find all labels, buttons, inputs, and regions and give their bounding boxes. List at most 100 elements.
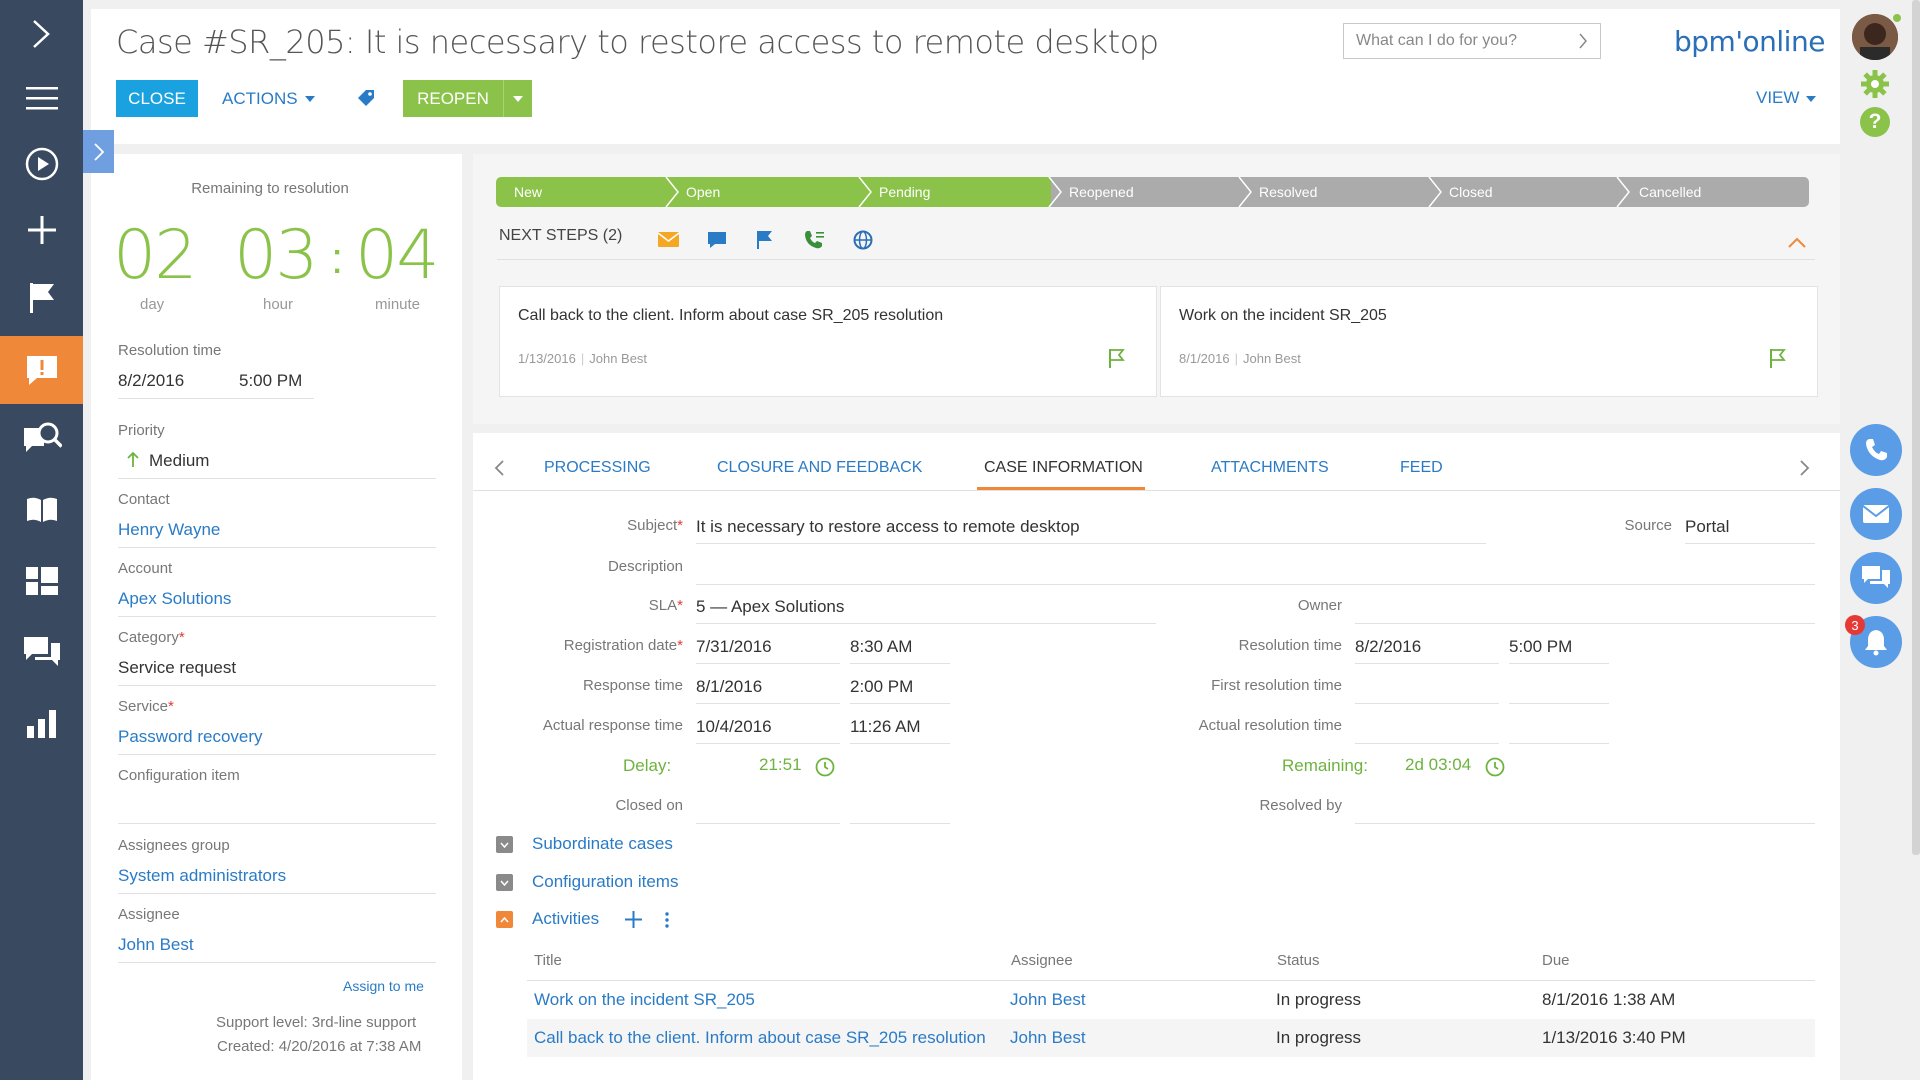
- assign-to-me-link[interactable]: Assign to me: [343, 978, 424, 994]
- service-link[interactable]: Password recovery: [118, 727, 263, 747]
- column-header-title[interactable]: Title: [534, 952, 562, 969]
- divider: [118, 754, 436, 755]
- tab-attachments[interactable]: ATTACHMENTS: [1211, 459, 1329, 477]
- actions-button[interactable]: ACTIONS: [222, 80, 315, 117]
- tab-processing[interactable]: PROCESSING: [544, 459, 651, 477]
- call-icon[interactable]: [803, 230, 825, 250]
- contact-link[interactable]: Henry Wayne: [118, 520, 220, 540]
- assignees-group-link[interactable]: System administrators: [118, 866, 286, 886]
- resolved-by-field[interactable]: [1355, 823, 1815, 824]
- column-header-status[interactable]: Status: [1277, 952, 1320, 969]
- clock-icon: [1485, 757, 1505, 777]
- category-value[interactable]: Service request: [118, 658, 236, 678]
- timer-days: 02: [113, 216, 198, 295]
- table-row[interactable]: Work on the incident SR_205 John Best In…: [527, 981, 1815, 1019]
- activities-section[interactable]: Activities: [532, 909, 599, 929]
- tab-case-information[interactable]: CASE INFORMATION: [984, 459, 1143, 477]
- assignee-link[interactable]: John Best: [118, 935, 194, 955]
- task-title[interactable]: Work on the incident SR_205: [1179, 307, 1387, 325]
- reopen-dropdown-icon[interactable]: [503, 80, 531, 117]
- tab-feed[interactable]: FEED: [1400, 459, 1443, 477]
- resolution-date-value[interactable]: 8/2/2016: [118, 371, 184, 391]
- cases-icon[interactable]: [0, 336, 83, 404]
- chevron-right-icon[interactable]: [1578, 33, 1588, 49]
- email-icon[interactable]: [658, 232, 679, 247]
- sla-value[interactable]: 5 — Apex Solutions: [696, 597, 844, 617]
- menu-icon[interactable]: [0, 64, 83, 132]
- actual-response-time-value[interactable]: 11:26 AM: [850, 717, 921, 737]
- more-options-icon[interactable]: [664, 911, 670, 929]
- tag-icon[interactable]: [356, 88, 376, 113]
- description-field[interactable]: [696, 584, 1815, 585]
- comment-icon[interactable]: [707, 231, 727, 249]
- chat-button[interactable]: [1850, 552, 1902, 604]
- divider: [118, 962, 436, 963]
- gear-icon[interactable]: [1860, 69, 1890, 104]
- table-row[interactable]: Call back to the client. Inform about ca…: [527, 1019, 1815, 1057]
- activity-title-link[interactable]: Work on the incident SR_205: [534, 990, 755, 1010]
- phone-button[interactable]: [1850, 424, 1902, 476]
- task-card[interactable]: Call back to the client. Inform about ca…: [499, 286, 1157, 397]
- reopen-button[interactable]: REOPEN: [403, 80, 532, 117]
- flag-icon[interactable]: [0, 264, 83, 332]
- actual-resolution-date-field[interactable]: [1355, 743, 1499, 744]
- registration-time-value[interactable]: 8:30 AM: [850, 637, 912, 657]
- actual-response-date-value[interactable]: 10/4/2016: [696, 717, 772, 737]
- subject-value[interactable]: It is necessary to restore access to rem…: [696, 517, 1080, 537]
- complete-flag-icon[interactable]: [1769, 348, 1786, 369]
- resolution-hour-value[interactable]: 5:00 PM: [239, 371, 302, 391]
- expand-nav-icon[interactable]: [0, 0, 83, 68]
- closed-on-date-field[interactable]: [696, 823, 840, 824]
- complete-flag-icon[interactable]: [1108, 348, 1125, 369]
- help-icon[interactable]: ?: [1860, 107, 1890, 137]
- add-activity-icon[interactable]: [625, 911, 642, 928]
- column-header-due[interactable]: Due: [1542, 952, 1570, 969]
- priority-value[interactable]: Medium: [149, 451, 209, 471]
- owner-field[interactable]: [1355, 623, 1815, 624]
- stage-new[interactable]: New: [496, 177, 668, 207]
- chevron-right-icon[interactable]: [1799, 459, 1811, 477]
- activity-assignee-link[interactable]: John Best: [1010, 990, 1086, 1010]
- subordinate-cases-section[interactable]: Subordinate cases: [532, 834, 673, 854]
- response-date-value[interactable]: 8/1/2016: [696, 677, 762, 697]
- chat-icon[interactable]: [0, 618, 83, 686]
- source-value[interactable]: Portal: [1685, 517, 1729, 537]
- collapse-panel-button[interactable]: [83, 130, 114, 173]
- task-card[interactable]: Work on the incident SR_205 8/1/2016 | Joh…: [1160, 286, 1818, 397]
- resolution-date-value[interactable]: 8/2/2016: [1355, 637, 1421, 657]
- resolution-time-value[interactable]: 5:00 PM: [1509, 637, 1572, 657]
- close-button[interactable]: CLOSE: [116, 80, 198, 117]
- knowledge-base-icon[interactable]: [0, 476, 83, 544]
- first-resolution-date-field[interactable]: [1355, 703, 1499, 704]
- activity-title-link[interactable]: Call back to the client. Inform about ca…: [534, 1028, 986, 1048]
- first-resolution-time-field[interactable]: [1509, 703, 1609, 704]
- collapse-activities-button[interactable]: [496, 911, 513, 928]
- avatar[interactable]: [1852, 14, 1898, 60]
- analytics-icon[interactable]: [0, 690, 83, 758]
- support-level-text: Support level: 3rd-line support: [216, 1014, 417, 1031]
- dashboards-icon[interactable]: [0, 547, 83, 615]
- registration-date-value[interactable]: 7/31/2016: [696, 637, 772, 657]
- command-search-input[interactable]: What can I do for you?: [1343, 23, 1601, 59]
- response-time-value[interactable]: 2:00 PM: [850, 677, 913, 697]
- configuration-items-section[interactable]: Configuration items: [532, 872, 678, 892]
- column-header-assignee[interactable]: Assignee: [1011, 952, 1073, 969]
- page-scrollbar[interactable]: [1912, 0, 1920, 855]
- knowledge-search-icon[interactable]: [0, 404, 83, 472]
- expand-subordinate-button[interactable]: [496, 836, 513, 853]
- play-process-icon[interactable]: [0, 130, 83, 198]
- closed-on-time-field[interactable]: [850, 823, 950, 824]
- flag-icon[interactable]: [756, 230, 773, 250]
- view-button[interactable]: VIEW: [1756, 88, 1817, 108]
- activity-assignee-link[interactable]: John Best: [1010, 1028, 1086, 1048]
- expand-config-items-button[interactable]: [496, 874, 513, 891]
- chevron-up-icon[interactable]: [1787, 237, 1807, 249]
- tab-closure-feedback[interactable]: CLOSURE AND FEEDBACK: [717, 459, 922, 477]
- email-button[interactable]: [1850, 488, 1902, 540]
- task-title[interactable]: Call back to the client. Inform about ca…: [518, 307, 943, 325]
- add-icon[interactable]: [0, 196, 83, 264]
- account-link[interactable]: Apex Solutions: [118, 589, 231, 609]
- actual-resolution-time-field[interactable]: [1509, 743, 1609, 744]
- chevron-left-icon[interactable]: [493, 459, 505, 477]
- globe-icon[interactable]: [853, 230, 873, 250]
